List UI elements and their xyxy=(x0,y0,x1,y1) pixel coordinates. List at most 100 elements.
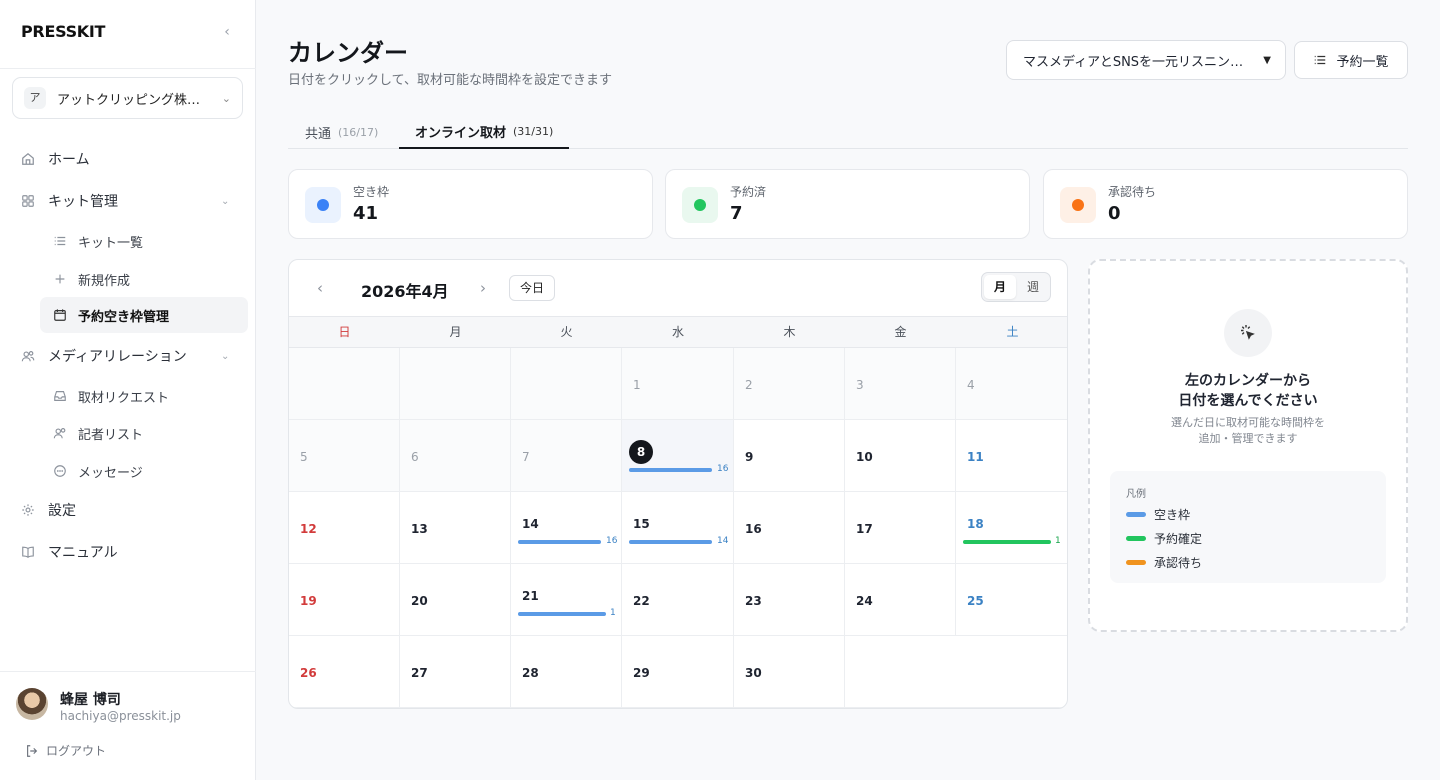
page-title: カレンダー xyxy=(288,39,408,67)
calendar-day-cell[interactable]: 24 xyxy=(845,564,956,636)
nav-kit[interactable]: キット管理 ⌄ xyxy=(0,186,256,216)
stat-card-booked: 予約済 7 xyxy=(665,169,1030,239)
legend-label: 予約確定 xyxy=(1154,532,1203,546)
calendar-day-cell[interactable]: 13 xyxy=(400,492,511,564)
day-number: 14 xyxy=(522,517,539,531)
org-name: アットクリッピング株式会社 xyxy=(57,92,209,108)
nav-settings[interactable]: 設定 xyxy=(0,495,256,525)
calendar-day-cell[interactable]: 27 xyxy=(400,636,511,708)
view-week-button[interactable]: 週 xyxy=(1017,275,1049,299)
chevron-down-icon: ⌄ xyxy=(221,195,230,207)
day-number: 16 xyxy=(745,522,762,536)
calendar-day-cell[interactable]: 11 xyxy=(956,420,1067,492)
calendar-day-cell[interactable]: 28 xyxy=(511,636,622,708)
calendar-day-cell[interactable]: 21 1 xyxy=(511,564,622,636)
user-profile[interactable]: 蜂屋 博司 hachiya@presskit.jp xyxy=(16,688,181,723)
app-logo[interactable]: PRESSKIT xyxy=(21,22,105,41)
day-number: 8 xyxy=(629,440,653,464)
home-icon xyxy=(20,151,36,167)
nav-journalists[interactable]: 記者リスト xyxy=(0,418,256,448)
calendar-day-cell[interactable]: 19 xyxy=(289,564,400,636)
calendar-empty-cell xyxy=(845,636,956,708)
prev-month-icon[interactable]: ‹ xyxy=(310,278,330,298)
status-dot-icon xyxy=(317,199,329,211)
tab-bar: 共通 (16/17) オンライン取材 (31/31) xyxy=(288,116,1408,149)
chevron-down-icon: ⌄ xyxy=(221,350,230,362)
calendar-day-cell[interactable]: 30 xyxy=(734,636,845,708)
calendar-day-cell[interactable]: 10 xyxy=(845,420,956,492)
next-month-icon[interactable]: › xyxy=(473,278,493,298)
calendar-day-cell[interactable]: 26 xyxy=(289,636,400,708)
calendar-day-cell[interactable]: 3 xyxy=(845,348,956,420)
stat-label: 空き枠 xyxy=(353,185,390,199)
calendar-day-cell[interactable]: 29 xyxy=(622,636,734,708)
org-switcher[interactable]: ア アットクリッピング株式会社 ⌄ xyxy=(12,77,243,119)
calendar-day-cell[interactable]: 25 xyxy=(956,564,1067,636)
placeholder-title-line2: 日付を選んでください xyxy=(1178,393,1318,409)
day-number: 21 xyxy=(522,589,539,603)
placeholder-desc-line1: 選んだ日に取材可能な時間枠を xyxy=(1171,416,1325,429)
stat-label: 承認待ち xyxy=(1108,185,1157,199)
logout-icon xyxy=(25,744,39,758)
nav-home[interactable]: ホーム xyxy=(0,144,256,174)
reservations-list-button[interactable]: 予約一覧 xyxy=(1294,41,1408,79)
calendar-day-cell[interactable]: 6 xyxy=(400,420,511,492)
slot-bar xyxy=(518,612,606,616)
calendar-day-cell[interactable]: 4 xyxy=(956,348,1067,420)
nav-kit-list-label: キット一覧 xyxy=(78,235,144,251)
calendar-day-cell[interactable]: 15 14 xyxy=(622,492,734,564)
inbox-icon xyxy=(52,388,68,404)
nav-kit-new[interactable]: 新規作成 xyxy=(0,264,256,294)
month-label: 2026年4月 xyxy=(361,282,449,301)
tab-online[interactable]: オンライン取材 (31/31) xyxy=(399,116,570,149)
contacts-icon xyxy=(52,425,68,441)
calendar-icon xyxy=(52,307,68,323)
nav-kit-list[interactable]: キット一覧 xyxy=(0,226,256,256)
weekday-header: 日月火水木金土 xyxy=(289,316,1067,348)
calendar-day-cell[interactable]: 22 xyxy=(622,564,734,636)
weekday-label: 金 xyxy=(894,325,907,339)
calendar-day-cell[interactable]: 8 16 xyxy=(622,420,734,492)
nav-requests[interactable]: 取材リクエスト xyxy=(0,381,256,411)
calendar-day-cell[interactable]: 20 xyxy=(400,564,511,636)
day-number: 25 xyxy=(967,594,984,608)
slot-count: 16 xyxy=(606,536,618,546)
today-button[interactable]: 今日 xyxy=(509,275,555,301)
tab-online-count: (31/31) xyxy=(513,125,554,138)
legend-swatch xyxy=(1126,512,1146,517)
calendar-day-cell[interactable]: 12 xyxy=(289,492,400,564)
divider xyxy=(0,68,256,69)
calendar-day-cell[interactable]: 9 xyxy=(734,420,845,492)
calendar-day-cell[interactable]: 18 1 xyxy=(956,492,1067,564)
nav-requests-label: 取材リクエスト xyxy=(78,390,170,406)
calendar-day-cell[interactable]: 17 xyxy=(845,492,956,564)
collapse-sidebar-icon[interactable]: ‹ xyxy=(219,24,235,40)
day-number: 28 xyxy=(522,666,539,680)
weekday-label: 月 xyxy=(449,325,462,339)
calendar-day-cell[interactable]: 16 xyxy=(734,492,845,564)
kit-select[interactable]: マスメディアとSNSを一元リスニングできるツール ▼ xyxy=(1006,40,1286,80)
nav-manual[interactable]: マニュアル xyxy=(0,537,256,567)
day-number: 12 xyxy=(300,522,317,536)
calendar-day-cell[interactable]: 2 xyxy=(734,348,845,420)
logout-button[interactable]: ログアウト xyxy=(25,742,106,759)
stat-value: 41 xyxy=(353,203,379,224)
nav-messages[interactable]: メッセージ xyxy=(0,456,256,486)
calendar-day-cell[interactable]: 23 xyxy=(734,564,845,636)
calendar-day-cell[interactable]: 14 16 xyxy=(511,492,622,564)
view-month-button[interactable]: 月 xyxy=(984,275,1016,299)
day-number: 23 xyxy=(745,594,762,608)
calendar-day-cell[interactable]: 5 xyxy=(289,420,400,492)
calendar-day-cell[interactable]: 1 xyxy=(622,348,734,420)
tab-common-label: 共通 xyxy=(305,127,332,142)
page-subtitle: 日付をクリックして、取材可能な時間枠を設定できます xyxy=(288,73,612,88)
calendar-header: ‹ 2026年4月 › 今日 月 週 xyxy=(289,260,1067,316)
placeholder-desc-line2: 追加・管理できます xyxy=(1198,432,1298,445)
nav-slots[interactable]: 予約空き枠管理 xyxy=(40,297,248,333)
day-number: 3 xyxy=(856,378,864,392)
stat-icon-box xyxy=(682,187,718,223)
tab-common[interactable]: 共通 (16/17) xyxy=(305,116,378,149)
nav-media[interactable]: メディアリレーション ⌄ xyxy=(0,341,256,371)
calendar-empty-cell xyxy=(511,348,622,420)
calendar-day-cell[interactable]: 7 xyxy=(511,420,622,492)
